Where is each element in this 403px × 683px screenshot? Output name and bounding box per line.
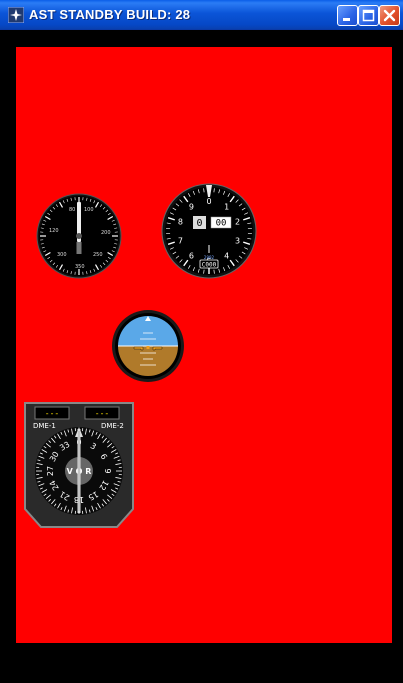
rmi-dme-indicator[interactable]: --- --- DME-1 DME-2 03691215182124273033… <box>23 401 135 533</box>
rmi-compass-label: 27 <box>46 466 55 476</box>
instrument-panel: 120 300 350 250 200 80 100 0 1 2 3 4 6 7… <box>16 47 392 643</box>
asi-label-250: 250 <box>93 252 103 258</box>
maximize-button[interactable] <box>358 5 379 26</box>
alt-digit: 9 <box>189 203 194 212</box>
client-area: 120 300 350 250 200 80 100 0 1 2 3 4 6 7… <box>5 30 398 678</box>
airspeed-indicator[interactable]: 120 300 350 250 200 80 100 <box>36 193 122 283</box>
asi-label-left: 120 <box>49 228 59 234</box>
alt-digit: 1 <box>224 203 229 212</box>
dme1-label: DME-1 <box>33 422 56 430</box>
window-title: AST STANDBY BUILD: 28 <box>29 7 191 22</box>
close-button[interactable] <box>379 5 400 26</box>
dme2-value: --- <box>95 409 109 418</box>
asi-label-100: 100 <box>84 207 94 213</box>
asi-label-350: 350 <box>75 264 85 270</box>
alt-tick <box>213 269 215 274</box>
alt-baro-label: 2992 <box>204 255 215 260</box>
attitude-indicator[interactable] <box>111 309 185 387</box>
alt-digit: 3 <box>235 236 240 245</box>
altimeter[interactable]: 0123456789 0 00 2992 C000 <box>161 183 257 283</box>
rmi-compass-label: 9 <box>103 468 112 473</box>
asi-needle-tail <box>76 242 82 254</box>
asi-label-80: 80 <box>69 207 75 213</box>
alt-kollsman-value: C000 <box>202 262 217 269</box>
alt-digit: 6 <box>189 251 194 260</box>
alt-digit: 7 <box>178 236 183 245</box>
dme1-value: --- <box>45 409 59 418</box>
alt-digit: 2 <box>235 218 240 227</box>
alt-digit: 4 <box>224 251 229 260</box>
dme2-label: DME-2 <box>101 422 124 430</box>
close-icon <box>383 9 396 22</box>
title-bar[interactable]: AST STANDBY BUILD: 28 <box>0 0 403 30</box>
minimize-button[interactable] <box>337 5 358 26</box>
maximize-icon <box>362 9 375 22</box>
alt-tick <box>213 188 215 193</box>
alt-digit: 0 <box>206 197 211 206</box>
app-icon[interactable] <box>7 6 25 24</box>
app-window: AST STANDBY BUILD: 28 120 300 350 250 20… <box>0 0 403 683</box>
alt-counter-value: 00 <box>216 219 227 229</box>
alt-tick <box>203 269 205 274</box>
alt-tick <box>203 188 205 193</box>
minimize-icon <box>343 18 350 21</box>
alt-digit: 8 <box>178 218 183 227</box>
asi-label-300: 300 <box>57 252 67 258</box>
asi-label-200: 200 <box>101 230 111 236</box>
alt-drum-digit: 0 <box>196 218 202 229</box>
